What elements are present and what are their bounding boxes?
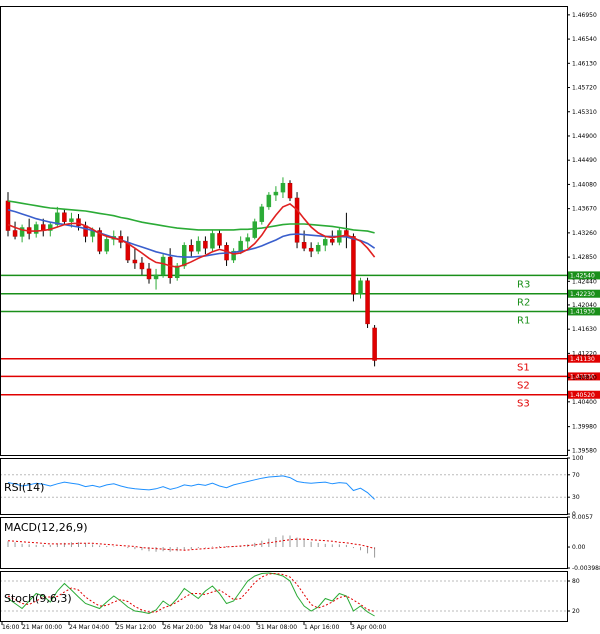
candles bbox=[5, 177, 377, 367]
candle-bear bbox=[203, 240, 208, 249]
candle-bull bbox=[160, 256, 166, 276]
candle-bull bbox=[210, 233, 215, 249]
price-tick-label: 1.41630 bbox=[572, 326, 597, 333]
time-tick-label: 28 Mar 04:00 bbox=[210, 624, 250, 631]
candle-bear bbox=[146, 268, 152, 280]
candle-bull bbox=[358, 280, 363, 295]
candle-bull bbox=[33, 224, 39, 234]
candle-bear bbox=[330, 239, 335, 243]
price-axis: 1.46950 1.46540 1.46130 1.45720 1.45310 1.449… bbox=[567, 12, 597, 454]
candle-bull bbox=[259, 206, 265, 222]
candle-bear bbox=[5, 200, 11, 231]
candle-bear bbox=[287, 182, 293, 199]
price-tick-label: 1.42850 bbox=[572, 254, 597, 261]
time-tick-label: 24 Mar 04:00 bbox=[69, 624, 109, 631]
forex-chart: 1.42540R31.42230R21.41930R11.41130S11.40… bbox=[0, 6, 600, 631]
rsi-panel: 10070300RSI(14) bbox=[0, 455, 584, 518]
candle-bear bbox=[301, 242, 307, 249]
price-tick-label: 1.46540 bbox=[572, 36, 597, 43]
candle-bull bbox=[273, 191, 279, 196]
macd-tick-label: 0.00 bbox=[572, 544, 586, 551]
candle-bear bbox=[294, 197, 300, 243]
time-tick-label: 21 Mar 00:00 bbox=[22, 624, 62, 631]
moving-averages bbox=[7, 200, 376, 268]
level-name-r3: R3 bbox=[517, 279, 530, 290]
level-name-s2: S2 bbox=[517, 380, 530, 391]
candle-bull bbox=[196, 240, 201, 252]
time-tick-label: 26 Mar 20:00 bbox=[163, 624, 203, 631]
price-tick-label: 1.40810 bbox=[572, 375, 597, 382]
stoch-frame bbox=[0, 571, 568, 622]
price-tick-label: 1.45310 bbox=[572, 109, 597, 116]
level-price-label: 1.42230 bbox=[570, 291, 595, 298]
price-tick-label: 1.42440 bbox=[572, 278, 597, 285]
candle-bear bbox=[12, 230, 18, 237]
level-price-label: 1.41930 bbox=[570, 309, 595, 316]
rsi-title: RSI(14) bbox=[4, 481, 44, 494]
candle-bull bbox=[104, 239, 109, 252]
candle-bull bbox=[238, 240, 243, 252]
pivot-levels: 1.42540R31.42230R21.41930R11.41130S11.40… bbox=[0, 271, 600, 410]
price-tick-label: 1.39580 bbox=[572, 447, 597, 454]
macd-panel: 0.0057 0.00 -0.003988 MACD(12,26,9) bbox=[4, 514, 600, 572]
time-tick-label: 31 Mar 08:00 bbox=[257, 624, 297, 631]
price-tick-label: 1.43260 bbox=[572, 230, 597, 237]
price-tick-label: 1.42040 bbox=[572, 302, 597, 309]
stoch-title: Stoch(9,6,3) bbox=[4, 592, 72, 605]
time-tick-label: 16:00 bbox=[2, 624, 19, 631]
candle-bull bbox=[69, 218, 74, 222]
price-tick-label: 1.46130 bbox=[572, 60, 597, 67]
time-tick-label: 1 Apr 16:00 bbox=[304, 624, 339, 631]
level-name-r1: R1 bbox=[517, 315, 530, 326]
level-name-s3: S3 bbox=[517, 399, 530, 410]
price-tick-label: 1.45720 bbox=[572, 85, 597, 92]
candle-bull bbox=[182, 245, 187, 267]
price-tick-label: 1.44900 bbox=[572, 133, 597, 140]
macd-title: MACD(12,26,9) bbox=[4, 521, 88, 534]
candle-bull bbox=[323, 239, 328, 246]
candle-bear bbox=[308, 247, 314, 252]
candle-bull bbox=[266, 194, 272, 208]
rsi-line bbox=[7, 475, 375, 500]
price-tick-label: 1.40400 bbox=[572, 399, 597, 406]
candle-bear bbox=[139, 262, 145, 270]
stoch-panel: 80 20 Stoch(9,6,3) bbox=[0, 572, 580, 617]
candle-bear bbox=[351, 236, 356, 295]
candle-bear bbox=[167, 256, 173, 279]
time-tick-label: 25 Mar 12:00 bbox=[116, 624, 156, 631]
macd-tick-label: 0.0057 bbox=[572, 514, 593, 521]
rsi-tick-label: 70 bbox=[572, 472, 580, 479]
price-tick-label: 1.46950 bbox=[572, 12, 597, 19]
price-panel: 1.42540R31.42230R21.41930R11.41130S11.40… bbox=[0, 12, 600, 454]
stoch-tick-label: 20 bbox=[572, 608, 580, 615]
price-tick-label: 1.43670 bbox=[572, 206, 597, 213]
rsi-tick-label: 100 bbox=[572, 455, 584, 462]
macd-tick-label: -0.003988 bbox=[572, 565, 600, 572]
candle-bear bbox=[365, 280, 370, 325]
price-tick-label: 1.44080 bbox=[572, 181, 597, 188]
time-axis: 16:00 21 Mar 00:00 24 Mar 04:00 25 Mar 12:0… bbox=[1, 621, 386, 631]
price-tick-label: 1.41220 bbox=[572, 350, 597, 357]
time-tick-label: 3 Apr 00:00 bbox=[351, 624, 386, 631]
level-name-s1: S1 bbox=[517, 363, 530, 374]
candle-bear bbox=[217, 233, 222, 246]
candle-bull bbox=[315, 245, 321, 252]
price-tick-label: 1.44490 bbox=[572, 157, 597, 164]
price-tick-label: 1.39980 bbox=[572, 424, 597, 431]
candle-bull bbox=[153, 274, 159, 280]
candle-bear bbox=[189, 245, 194, 252]
candle-bear bbox=[372, 327, 377, 361]
stoch-tick-label: 80 bbox=[572, 578, 580, 585]
candle-bear bbox=[62, 212, 67, 222]
rsi-tick-label: 30 bbox=[572, 494, 580, 501]
candle-bear bbox=[132, 259, 138, 264]
level-name-r2: R2 bbox=[517, 298, 530, 309]
candle-bull bbox=[280, 182, 286, 193]
candle-bull bbox=[245, 237, 250, 242]
